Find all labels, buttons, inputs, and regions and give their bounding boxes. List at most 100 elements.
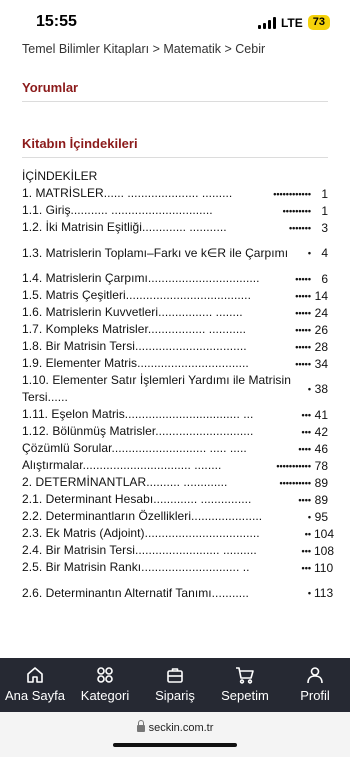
toc-entry-page: 1 [321, 186, 328, 201]
toc-entry-leader: ••••• [295, 307, 311, 318]
toc-list: 1. MATRİSLER...... .....................… [22, 185, 335, 610]
toc-entry-title: 1.1. Giriş........... ..................… [22, 203, 213, 217]
toc-entry: 2. DETERMİNANTLAR.......... ............… [22, 474, 328, 491]
toc-entry-leader: ••• [301, 545, 311, 556]
toc-entry-leader: ••••• [295, 358, 311, 369]
toc-entry-leader: ••••• [295, 324, 311, 335]
nav-item-category[interactable]: Kategori [70, 658, 140, 712]
toc-entry-page: 42 [314, 424, 328, 439]
divider [22, 101, 328, 102]
toc-entry-title: 1.2. İki Matrisin Eşitliği............. … [22, 220, 227, 234]
toc-entry-title: Alıştırmalar............................… [22, 458, 222, 472]
status-time: 15:55 [36, 13, 77, 30]
toc-entry: 1.11. Eşelon Matris.....................… [22, 406, 328, 423]
url-text: seckin.com.tr [148, 722, 214, 734]
nav-item-cart[interactable]: Sepetim [210, 658, 280, 712]
reviews-section-title[interactable]: Yorumlar [22, 80, 78, 95]
status-bar: 15:55 LTE 73 [0, 0, 350, 44]
toc-entry-title: 1.8. Bir Matrisin Tersi.................… [22, 339, 247, 353]
toc-entry-leader: • [307, 511, 311, 522]
status-indicators: LTE 73 [257, 15, 330, 30]
toc-entry-leader: ••• [301, 562, 311, 573]
toc-entry: 2.1. Determinant Hesabı............. ...… [22, 491, 328, 508]
toc-entry-title: 1.7. Kompleks Matrisler.................… [22, 322, 246, 336]
briefcase-icon [166, 665, 184, 685]
url-display[interactable]: seckin.com.tr [0, 720, 350, 734]
toc-entry-leader: • [307, 248, 311, 258]
toc-entry-leader: • [307, 384, 311, 394]
toc-entry: 2.6. Determinantın Alternatif Tanımı....… [22, 576, 334, 610]
toc-entry-title: 2.2. Determinantların Özellikleri.......… [22, 509, 263, 523]
breadcrumb[interactable]: Temel Bilimler Kitapları > Matematik > C… [22, 42, 342, 56]
toc-entry-title: 2. DETERMİNANTLAR.......... ............… [22, 475, 228, 489]
home-icon [26, 665, 44, 685]
toc-entry-title: 2.6. Determinantın Alternatif Tanımı....… [22, 585, 249, 600]
table-of-contents: İÇİNDEKİLER 1. MATRİSLER...... .........… [22, 168, 335, 610]
toc-entry-page: 34 [314, 356, 328, 371]
toc-entry: 1.2. İki Matrisin Eşitliği............. … [22, 219, 328, 236]
toc-entry-leader: •••• [298, 494, 311, 505]
toc-entry-leader: ••••• [295, 273, 311, 284]
toc-entry-leader: ••••••• [288, 222, 311, 233]
toc-entry-title: 1.4. Matrislerin Çarpımı................… [22, 271, 260, 285]
toc-entry-leader: ••••••••• [282, 205, 311, 216]
toc-entry-title: 1. MATRİSLER...... .....................… [22, 186, 233, 200]
toc-entry-page: 41 [314, 407, 328, 422]
toc-entry-page: 89 [314, 492, 328, 507]
toc-entry-leader: • [307, 588, 311, 598]
nav-item-home[interactable]: Ana Sayfa [0, 658, 70, 712]
toc-entry: Alıştırmalar............................… [22, 457, 328, 474]
toc-entry-page: 1 [321, 203, 328, 218]
toc-entry: Çözümlü Sorular.........................… [22, 440, 328, 457]
toc-entry-title: 2.5. Bir Matrisin Rankı.................… [22, 560, 250, 574]
toc-entry: 2.3. Ek Matris (Adjoint)................… [22, 525, 334, 542]
toc-entry: 1.9. Elementer Matris...................… [22, 355, 328, 372]
toc-entry-leader: ••••• [295, 290, 311, 301]
cart-icon [235, 665, 255, 685]
toc-entry-page: 26 [314, 322, 328, 337]
toc-entry: 2.2. Determinantların Özellikleri.......… [22, 508, 328, 525]
contents-section-title[interactable]: Kitabın İçindekileri [22, 136, 138, 151]
toc-entry-title: 2.1. Determinant Hesabı............. ...… [22, 492, 252, 506]
nav-label: Sepetim [221, 688, 269, 703]
toc-entry-page: 113 [314, 586, 334, 600]
toc-entry-page: 46 [314, 441, 328, 456]
nav-item-profile[interactable]: Profil [280, 658, 350, 712]
toc-entry-title: 2.4. Bir Matrisin Tersi.................… [22, 543, 257, 557]
toc-entry: 1. MATRİSLER...... .....................… [22, 185, 328, 202]
network-type: LTE [280, 15, 303, 30]
toc-entry-title: 1.6. Matrislerin Kuvvetleri.............… [22, 305, 243, 319]
toc-entry-page: 95 [314, 509, 328, 524]
nav-item-orders[interactable]: Sipariş [140, 658, 210, 712]
toc-entry-title: 1.3. Matrislerin Toplamı–Farkı ve k∈R il… [22, 245, 289, 260]
toc-entry-page: 4 [321, 246, 328, 260]
toc-entry-leader: ••••••••••• [276, 460, 311, 471]
nav-label: Profil [300, 688, 330, 703]
toc-entry-page: 108 [314, 543, 335, 558]
toc-entry-leader: •••• [298, 443, 311, 454]
nav-label: Ana Sayfa [5, 688, 65, 703]
toc-entry: 1.8. Bir Matrisin Tersi.................… [22, 338, 328, 355]
toc-entry: 1.4. Matrislerin Çarpımı................… [22, 270, 328, 287]
toc-entry-page: 6 [321, 271, 328, 286]
toc-entry: 1.10. Elementer Satır İşlemleri Yardımı … [22, 372, 328, 406]
toc-entry-title: 1.10. Elementer Satır İşlemleri Yardımı … [22, 373, 295, 404]
toc-entry-title: Çözümlü Sorular.........................… [22, 441, 247, 455]
toc-entry-page: 110 [314, 560, 334, 575]
user-icon [306, 665, 324, 685]
toc-entry: 1.7. Kompleks Matrisler.................… [22, 321, 328, 338]
toc-heading: İÇİNDEKİLER [22, 169, 98, 183]
toc-entry-leader: ••• [301, 426, 311, 437]
toc-entry: 1.12. Bölünmüş Matrisler................… [22, 423, 328, 440]
battery-icon: 73 [307, 15, 330, 30]
divider [22, 157, 328, 158]
toc-entry: 1.5. Matris Çeşitleri...................… [22, 287, 328, 304]
toc-entry: 2.5. Bir Matrisin Rankı.................… [22, 559, 334, 576]
toc-entry-title: 2.3. Ek Matris (Adjoint)................… [22, 526, 260, 540]
toc-entry-leader: ••••• [295, 341, 311, 352]
bottom-nav: Ana Sayfa Kategori Sipariş Sepetim Profi… [0, 658, 350, 712]
home-indicator[interactable] [113, 743, 237, 747]
browser-url-bar[interactable]: seckin.com.tr [0, 712, 350, 757]
nav-label: Kategori [80, 688, 130, 703]
toc-entry-page: 78 [314, 458, 328, 473]
